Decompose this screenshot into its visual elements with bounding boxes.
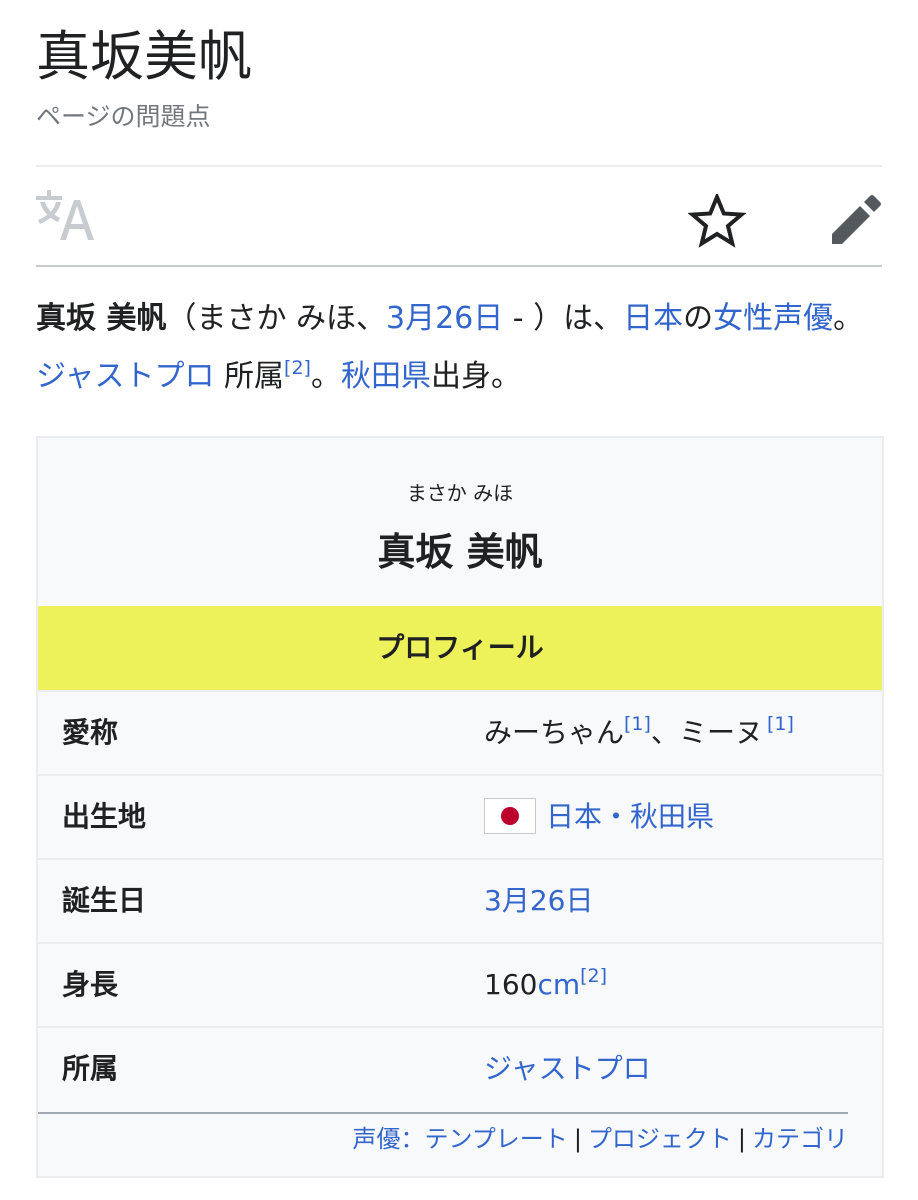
row-label: 身長 <box>62 968 119 1001</box>
birthplace-link[interactable]: 日本・秋田県 <box>546 800 714 833</box>
row-label: 所属 <box>62 1052 119 1085</box>
language-icon[interactable] <box>34 190 96 242</box>
reference-link[interactable]: [2] <box>284 357 311 379</box>
row-value: 3月26日 <box>484 860 593 942</box>
country-link[interactable]: 日本 <box>623 301 683 336</box>
footer-prefix-link[interactable]: 声優： <box>353 1125 425 1153</box>
agency-link[interactable]: ジャストプロ <box>36 359 215 394</box>
template-link[interactable]: テンプレート <box>425 1125 568 1153</box>
project-link[interactable]: プロジェクト <box>588 1125 732 1153</box>
category-link[interactable]: カテゴリ <box>752 1125 848 1153</box>
reference-link[interactable]: [2] <box>580 965 607 987</box>
row-value: 日本・秋田県 <box>484 776 714 858</box>
infobox: まさか みほ 真坂 美帆 プロフィール 愛称 みーちゃん[1]、ミーヌ [1] 出… <box>36 436 884 1178</box>
infobox-row-birthday: 誕生日 3月26日 <box>38 858 882 942</box>
punctuation: 。 <box>833 301 864 336</box>
agency-link[interactable]: ジャストプロ <box>484 1052 651 1085</box>
nickname-text: みーちゃん <box>484 716 625 749</box>
row-label: 誕生日 <box>62 884 147 917</box>
particle-text: の <box>683 301 714 336</box>
divider <box>36 165 882 167</box>
separator: | <box>737 1125 746 1153</box>
unit-link[interactable]: cm <box>537 968 580 1001</box>
pencil-icon[interactable] <box>828 194 882 248</box>
birthday-link[interactable]: 3月26日 <box>484 884 593 917</box>
row-label: 愛称 <box>62 716 119 749</box>
star-icon[interactable] <box>688 194 746 248</box>
prefecture-link[interactable]: 秋田県 <box>341 359 431 394</box>
divider <box>36 265 882 267</box>
lead-paragraph: 真坂 美帆（まさか みほ、3月26日 - ）は、日本の女性声優。ジャストプロ 所… <box>36 290 882 406</box>
infobox-row-agency: 所属 ジャストプロ <box>38 1026 882 1110</box>
infobox-footer-divider <box>38 1112 848 1114</box>
japan-flag-icon[interactable] <box>484 798 536 834</box>
infobox-kana: まさか みほ <box>406 481 514 505</box>
page-title: 真坂美帆 <box>36 25 252 88</box>
subject-name: 真坂 美帆 <box>36 301 167 336</box>
reading-text: （まさか みほ、 <box>166 301 386 336</box>
row-value: 160cm[2] <box>484 944 607 1026</box>
infobox-row-height: 身長 160cm[2] <box>38 942 882 1026</box>
infobox-section-header: プロフィール <box>38 606 882 690</box>
reference-link[interactable]: [1] <box>624 713 651 735</box>
page-issues-link[interactable]: ページの問題点 <box>36 100 211 134</box>
row-value: ジャストプロ <box>484 1028 651 1110</box>
birthday-link[interactable]: 3月26日 <box>386 301 503 336</box>
punctuation: 。 <box>310 359 341 394</box>
nickname-text: 、ミーヌ <box>650 716 763 749</box>
origin-text: 出身。 <box>430 359 521 394</box>
height-value: 160 <box>484 968 538 1001</box>
row-value: みーちゃん[1]、ミーヌ [1] <box>484 692 794 774</box>
reference-link[interactable]: [1] <box>767 713 794 735</box>
infobox-footer: 声優：テンプレート | プロジェクト | カテゴリ <box>38 1122 848 1156</box>
reading-close-text: - ）は、 <box>503 301 624 336</box>
infobox-name: 真坂 美帆 <box>377 530 543 574</box>
row-label: 出生地 <box>62 800 147 833</box>
separator: | <box>573 1125 582 1153</box>
affiliation-text: 所属 <box>214 359 285 394</box>
voice-actor-link[interactable]: 女性声優 <box>713 301 833 336</box>
infobox-row-birthplace: 出生地 日本・秋田県 <box>38 774 882 858</box>
infobox-row-nickname: 愛称 みーちゃん[1]、ミーヌ [1] <box>38 690 882 774</box>
